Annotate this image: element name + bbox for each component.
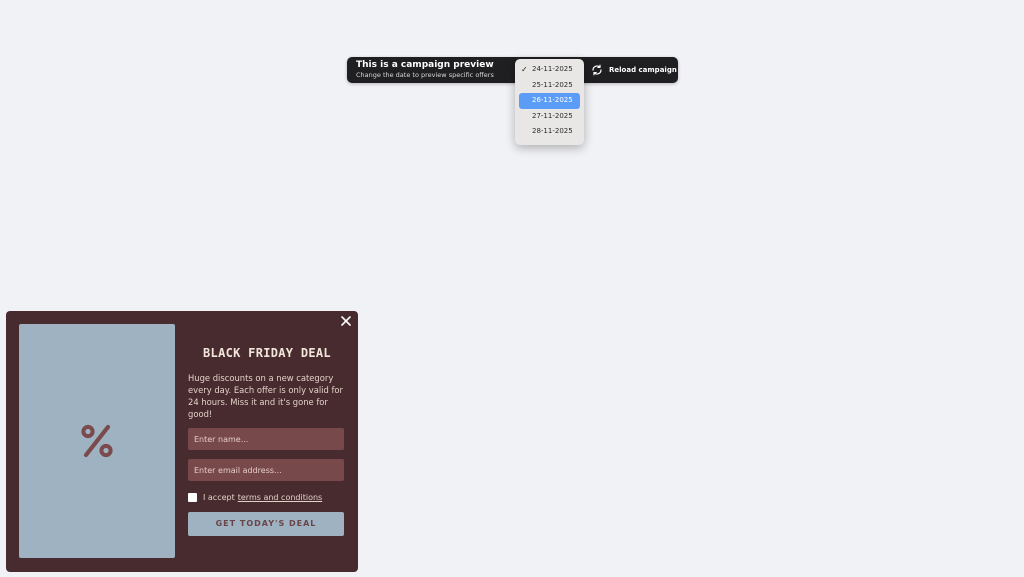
name-input[interactable]: [188, 428, 344, 450]
date-option-label: 24-11-2025: [532, 65, 573, 73]
date-option-24-11-2025[interactable]: ✓ 24-11-2025: [519, 62, 580, 78]
get-deal-button[interactable]: GET TODAY'S DEAL: [188, 512, 344, 536]
terms-label: I accept: [203, 492, 235, 502]
popup-description: Huge discounts on a new category every d…: [188, 373, 343, 419]
date-option-label: 26-11-2025: [532, 96, 573, 104]
preview-subtitle: Change the date to preview specific offe…: [356, 71, 494, 79]
campaign-preview-bar: This is a campaign preview Change the da…: [347, 57, 678, 83]
date-select-dropdown[interactable]: ✓ 24-11-2025 25-11-2025 26-11-2025 27-11…: [515, 59, 584, 145]
close-popup-button[interactable]: [339, 313, 353, 327]
terms-row: I accept terms and conditions: [188, 491, 322, 503]
date-option-label: 25-11-2025: [532, 80, 573, 89]
preview-title: This is a campaign preview: [356, 60, 494, 70]
refresh-icon: [592, 64, 602, 76]
email-input[interactable]: [188, 459, 344, 481]
date-option-label: 28-11-2025: [532, 127, 573, 135]
close-icon: [341, 316, 351, 326]
date-option-label: 27-11-2025: [532, 111, 573, 120]
date-option-27-11-2025[interactable]: 27-11-2025: [519, 109, 580, 125]
black-friday-popup: BLACK FRIDAY DEAL Huge discounts on a ne…: [6, 311, 358, 572]
terms-link[interactable]: terms and conditions: [238, 493, 322, 502]
reload-campaign-button[interactable]: Reload campaign: [591, 63, 677, 77]
terms-checkbox[interactable]: [188, 492, 197, 502]
popup-heading: BLACK FRIDAY DEAL: [203, 346, 331, 360]
date-option-26-11-2025[interactable]: 26-11-2025: [519, 93, 580, 109]
offer-image-panel: [19, 324, 175, 558]
checkmark-icon: ✓: [521, 65, 528, 74]
date-option-28-11-2025[interactable]: 28-11-2025: [519, 124, 580, 140]
percent-icon: [81, 424, 113, 458]
date-option-25-11-2025[interactable]: 25-11-2025: [519, 78, 580, 94]
reload-campaign-label: Reload campaign: [609, 66, 677, 74]
preview-text: This is a campaign preview Change the da…: [356, 60, 494, 80]
